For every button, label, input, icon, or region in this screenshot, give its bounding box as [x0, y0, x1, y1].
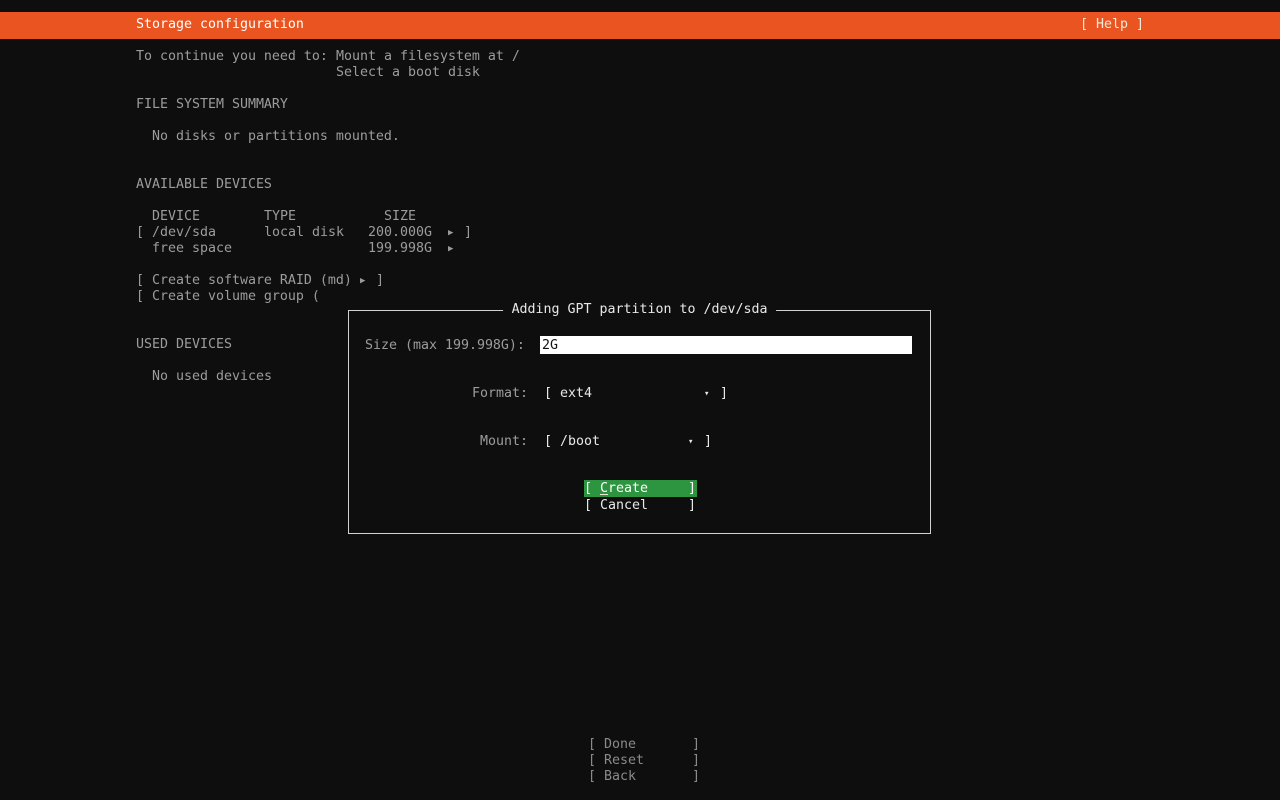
device-type: local disk	[264, 225, 344, 241]
title-bar: Storage configuration [ Help ]	[0, 12, 1280, 39]
fs-summary-empty-text: No disks or partitions mounted.	[152, 129, 400, 145]
row-bracket-open: [	[136, 225, 144, 241]
submenu-arrow-icon: ▶	[360, 273, 365, 289]
dropdown-arrow-icon: ▾	[688, 434, 693, 450]
focus-cursor	[600, 494, 608, 495]
instructions-lead: To continue you need to:	[136, 49, 328, 65]
mount-value: /boot	[560, 434, 600, 450]
instruction-select-boot-disk: Select a boot disk	[336, 65, 480, 81]
page-title: Storage configuration	[136, 17, 304, 33]
cancel-button-label: [ Cancel ]	[584, 497, 696, 514]
col-header-type: TYPE	[264, 209, 296, 225]
col-header-device: DEVICE	[152, 209, 200, 225]
device-row-free-space[interactable]: free space 199.998G ▶	[136, 241, 472, 257]
dropdown-arrow-icon: ▾	[704, 386, 709, 402]
select-bracket-open: [	[544, 434, 552, 450]
section-title-fs-summary: FILE SYSTEM SUMMARY	[136, 97, 288, 113]
used-devices-empty-text: No used devices	[152, 369, 272, 385]
section-title-available-devices: AVAILABLE DEVICES	[136, 177, 272, 193]
row-bracket-close: ]	[464, 225, 472, 241]
create-raid-label: [ Create software RAID (md)	[136, 273, 352, 289]
device-name: /dev/sda	[152, 225, 216, 241]
format-value: ext4	[560, 386, 592, 402]
size-label: Size (max 199.998G):	[365, 338, 525, 354]
back-button[interactable]: [ Back ]	[588, 769, 700, 785]
instruction-mount-filesystem: Mount a filesystem at /	[336, 49, 520, 65]
dialog-title: Adding GPT partition to /dev/sda	[503, 302, 777, 318]
submenu-arrow-icon: ▶	[448, 241, 453, 257]
select-bracket-close: ]	[720, 386, 728, 402]
submenu-arrow-icon: ▶	[448, 225, 453, 241]
free-space-size: 199.998G	[368, 241, 432, 257]
size-input[interactable]	[540, 336, 912, 354]
format-select[interactable]: [ ext4 ▾ ]	[544, 386, 734, 402]
select-bracket-open: [	[544, 386, 552, 402]
cancel-button[interactable]: [ Cancel ]	[584, 497, 697, 514]
add-partition-dialog: Adding GPT partition to /dev/sda Size (m…	[348, 310, 931, 534]
device-row-sda[interactable]: [ /dev/sda local disk 200.000G ▶ ]	[136, 225, 472, 241]
col-header-size: SIZE	[384, 209, 416, 225]
mount-label: Mount:	[480, 434, 528, 450]
create-volume-group-button[interactable]: [ Create volume group (	[136, 289, 320, 305]
create-software-raid-button[interactable]: [ Create software RAID (md) ▶ ]	[136, 273, 384, 289]
reset-button[interactable]: [ Reset ]	[588, 753, 700, 769]
select-bracket-close: ]	[704, 434, 712, 450]
format-label: Format:	[472, 386, 528, 402]
done-button[interactable]: [ Done ]	[588, 737, 700, 753]
free-space-label: free space	[152, 241, 232, 257]
help-button[interactable]: [ Help ]	[1080, 17, 1144, 33]
device-size: 200.000G	[368, 225, 432, 241]
mount-select[interactable]: [ /boot ▾ ]	[544, 434, 734, 450]
row-bracket-close: ]	[376, 273, 384, 289]
create-button[interactable]: [ Create ]	[584, 480, 697, 497]
section-title-used-devices: USED DEVICES	[136, 337, 232, 353]
